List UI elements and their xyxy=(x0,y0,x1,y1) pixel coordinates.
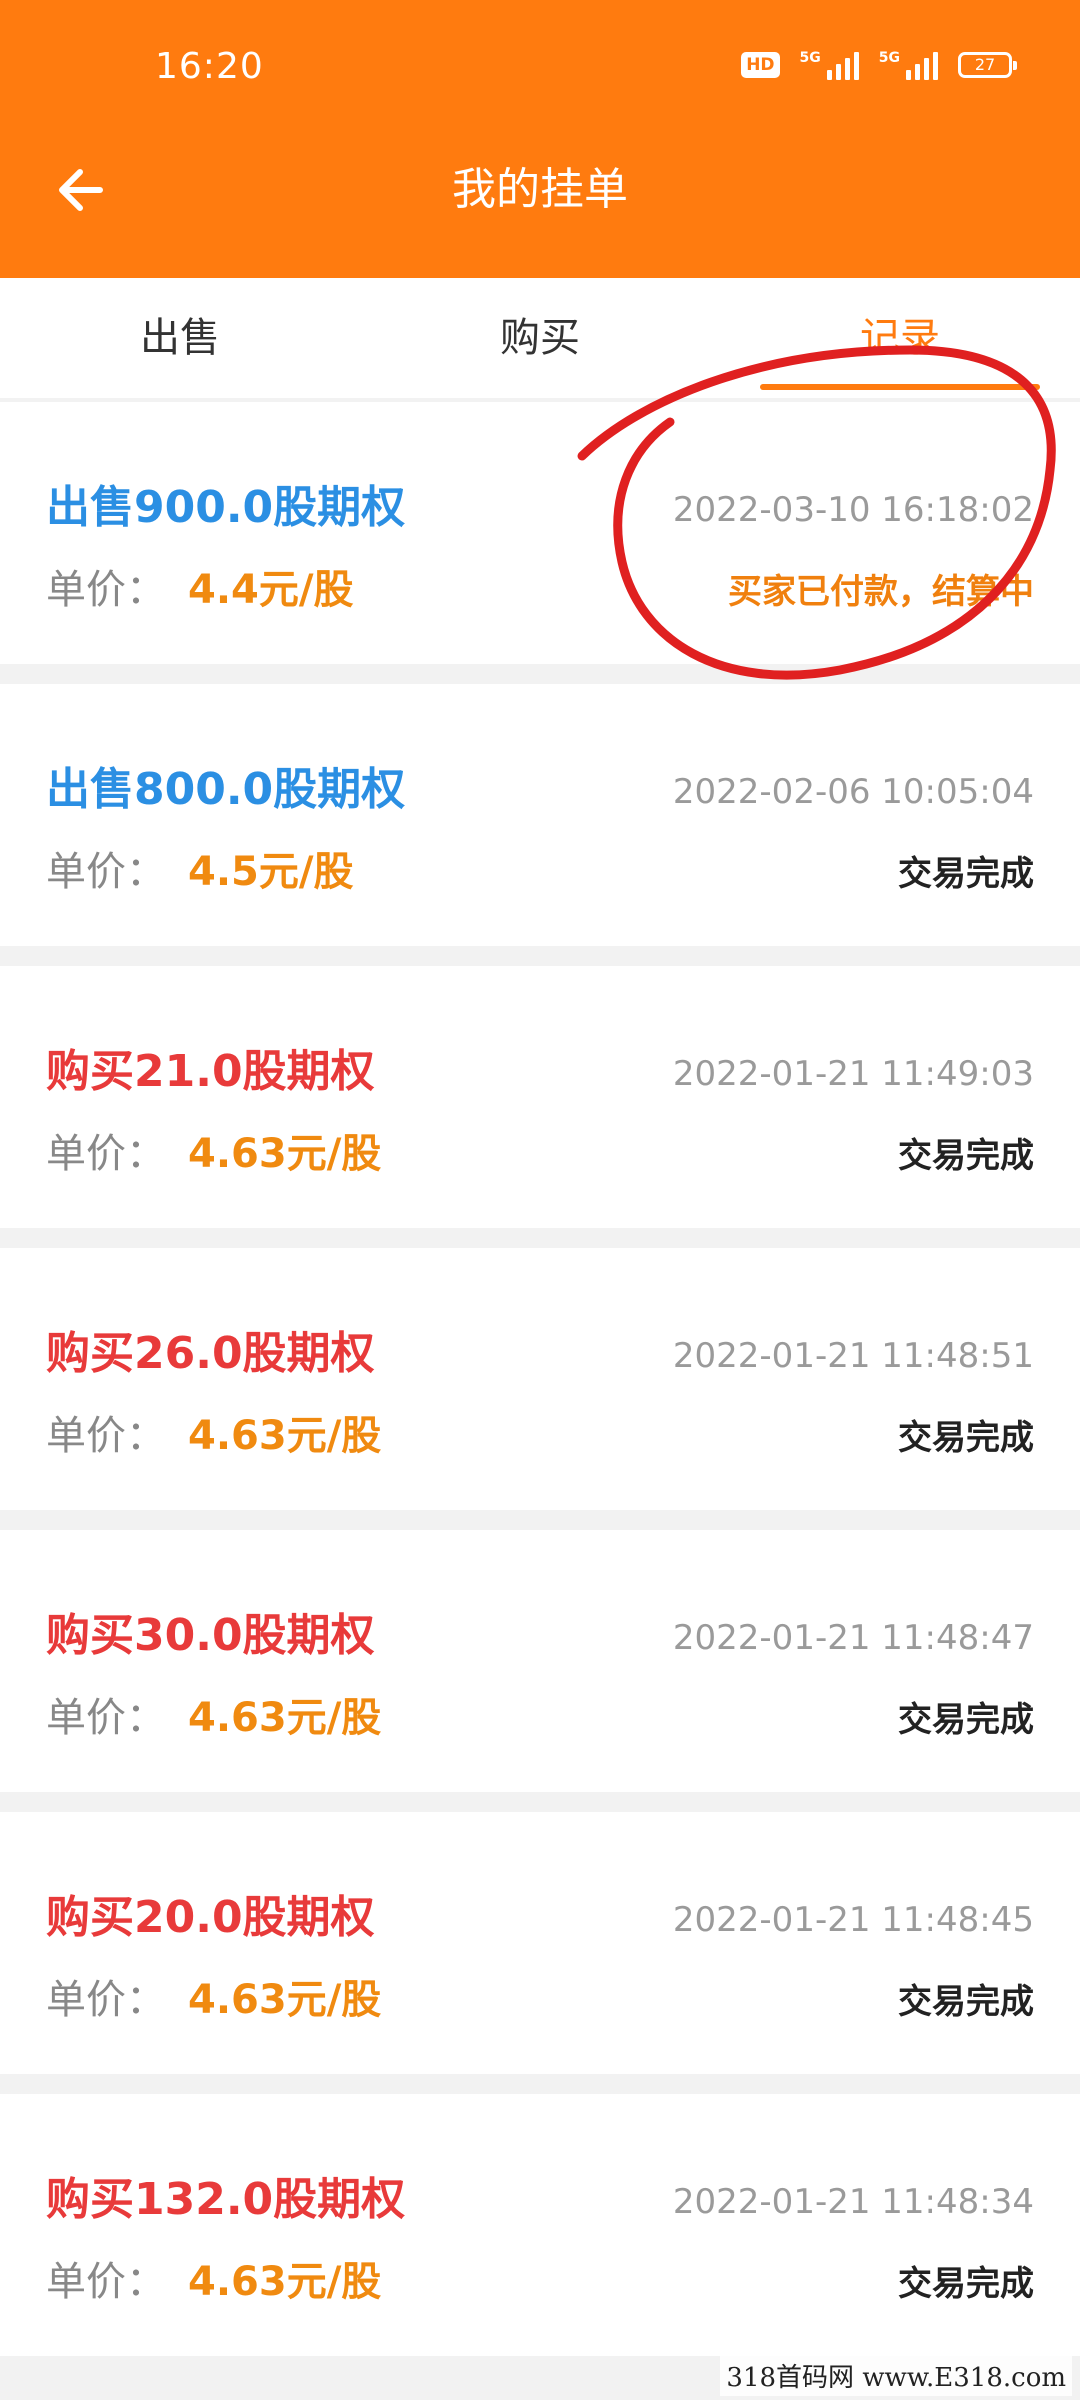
record-status: 交易完成 xyxy=(898,1136,1034,1176)
record-title: 购买132.0股期权 xyxy=(46,2174,406,2225)
record-card[interactable]: 购买30.0股期权 单价： 4.63元/股 2022-01-21 11:48:4… xyxy=(0,1530,1080,1792)
price-value: 4.63元/股 xyxy=(188,1413,382,1459)
record-date: 2022-01-21 11:48:45 xyxy=(672,1900,1034,1940)
tab-records[interactable]: 记录 xyxy=(720,278,1080,398)
tab-buy[interactable]: 购买 xyxy=(360,278,720,398)
record-date: 2022-01-21 11:49:03 xyxy=(672,1054,1034,1094)
battery-icon: 27 xyxy=(958,52,1017,78)
record-list: 出售900.0股期权 单价： 4.4元/股 2022-03-10 16:18:0… xyxy=(0,402,1080,2376)
record-status: 交易完成 xyxy=(898,1982,1034,2022)
status-time: 16:20 xyxy=(155,46,264,87)
record-title: 购买26.0股期权 xyxy=(46,1328,375,1379)
price-label: 单价： xyxy=(46,1131,166,1177)
price-value: 4.63元/股 xyxy=(188,1131,382,1177)
hd-icon: HD xyxy=(741,52,780,78)
record-status: 交易完成 xyxy=(898,1700,1034,1740)
status-icons: HD 5G 5G 27 xyxy=(741,50,1017,80)
page: 16:20 HD 5G 5G 27 我的挂单 出售 购买 记录 出售900.0股… xyxy=(0,0,1080,2400)
tab-sell[interactable]: 出售 xyxy=(0,278,360,398)
price-label: 单价： xyxy=(46,567,166,613)
top-bar: 16:20 HD 5G 5G 27 我的挂单 xyxy=(0,0,1080,278)
record-date: 2022-02-06 10:05:04 xyxy=(672,772,1034,812)
record-status: 买家已付款，结算中 xyxy=(728,572,1034,612)
record-status: 交易完成 xyxy=(898,1418,1034,1458)
record-date: 2022-01-21 11:48:34 xyxy=(672,2182,1034,2222)
price-label: 单价： xyxy=(46,2259,166,2305)
watermark: 318首码网 www.E318.com xyxy=(720,2355,1072,2396)
price-label: 单价： xyxy=(46,1413,166,1459)
price-value: 4.5元/股 xyxy=(188,849,354,895)
price-value: 4.63元/股 xyxy=(188,1977,382,2023)
page-title: 我的挂单 xyxy=(452,164,628,215)
price-value: 4.63元/股 xyxy=(188,1695,382,1741)
tab-bar: 出售 购买 记录 xyxy=(0,278,1080,398)
record-title: 出售800.0股期权 xyxy=(46,764,406,815)
record-card[interactable]: 出售900.0股期权 单价： 4.4元/股 2022-03-10 16:18:0… xyxy=(0,402,1080,664)
record-date: 2022-03-10 16:18:02 xyxy=(672,490,1034,530)
record-status: 交易完成 xyxy=(898,854,1034,894)
price-value: 4.4元/股 xyxy=(188,567,354,613)
record-date: 2022-01-21 11:48:47 xyxy=(672,1618,1034,1658)
price-value: 4.63元/股 xyxy=(188,2259,382,2305)
record-title: 出售900.0股期权 xyxy=(46,482,406,533)
price-label: 单价： xyxy=(46,849,166,895)
signal-icon-2: 5G xyxy=(879,50,938,80)
record-title: 购买30.0股期权 xyxy=(46,1610,375,1661)
record-card[interactable]: 购买20.0股期权 单价： 4.63元/股 2022-01-21 11:48:4… xyxy=(0,1812,1080,2074)
record-card[interactable]: 购买21.0股期权 单价： 4.63元/股 2022-01-21 11:49:0… xyxy=(0,966,1080,1228)
record-status: 交易完成 xyxy=(898,2264,1034,2304)
record-date: 2022-01-21 11:48:51 xyxy=(672,1336,1034,1376)
record-card[interactable]: 购买132.0股期权 单价： 4.63元/股 2022-01-21 11:48:… xyxy=(0,2094,1080,2356)
record-card[interactable]: 出售800.0股期权 单价： 4.5元/股 2022-02-06 10:05:0… xyxy=(0,684,1080,946)
signal-icon-1: 5G xyxy=(800,50,859,80)
record-title: 购买21.0股期权 xyxy=(46,1046,375,1097)
record-card[interactable]: 购买26.0股期权 单价： 4.63元/股 2022-01-21 11:48:5… xyxy=(0,1248,1080,1510)
record-title: 购买20.0股期权 xyxy=(46,1892,375,1943)
active-tab-indicator xyxy=(760,384,1040,390)
price-label: 单价： xyxy=(46,1977,166,2023)
price-label: 单价： xyxy=(46,1695,166,1741)
